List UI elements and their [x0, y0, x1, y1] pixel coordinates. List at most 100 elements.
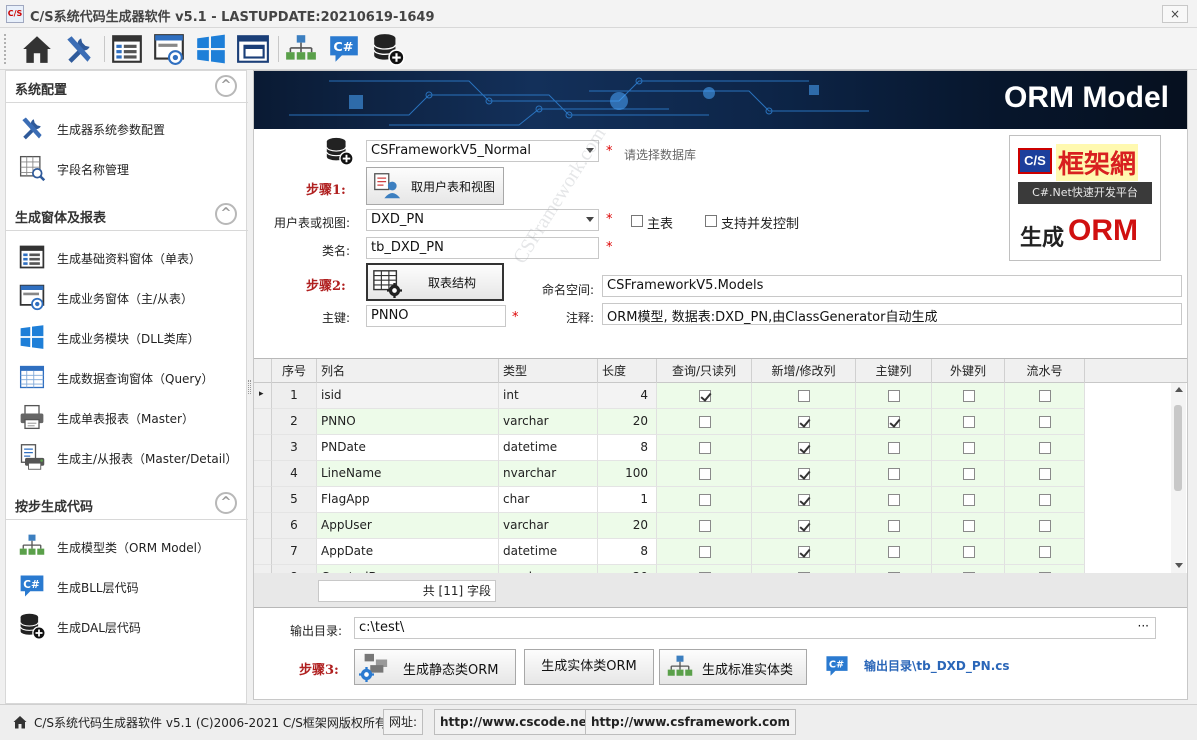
name-cell[interactable]: PNNO [317, 409, 499, 435]
fk-checkbox[interactable] [963, 494, 975, 506]
sidebar-item-system-params[interactable]: 生成器系统参数配置 [6, 108, 248, 148]
fk-cell[interactable] [932, 487, 1005, 513]
pk-cell[interactable] [856, 435, 932, 461]
generate-entity-orm-button[interactable]: 生成实体类ORM [524, 649, 654, 685]
form-list-icon[interactable] [110, 32, 144, 66]
type-cell[interactable]: datetime [499, 435, 598, 461]
column-header[interactable]: 序号 [272, 359, 317, 383]
master-table-checkbox[interactable] [631, 215, 643, 227]
readonly-cell[interactable] [657, 539, 752, 565]
collapse-icon[interactable]: ^ [215, 75, 237, 97]
url-link-csframework[interactable]: http://www.csframework.com [585, 709, 797, 735]
readonly-cell[interactable] [657, 435, 752, 461]
column-header[interactable]: 查询/只读列 [657, 359, 752, 383]
len-cell[interactable]: 20 [598, 513, 657, 539]
collapse-icon[interactable]: ^ [215, 203, 237, 225]
group-header-system-config[interactable]: 系统配置 ^ [6, 71, 248, 103]
pk-checkbox[interactable] [888, 546, 900, 558]
serial-checkbox[interactable] [1039, 442, 1051, 454]
len-cell[interactable]: 8 [598, 435, 657, 461]
row-indicator[interactable] [254, 487, 272, 513]
window-icon[interactable] [236, 32, 270, 66]
scroll-down-icon[interactable] [1175, 563, 1183, 568]
column-header[interactable]: 类型 [499, 359, 598, 383]
scrollbar-thumb[interactable] [1174, 405, 1182, 491]
no-cell[interactable]: 2 [272, 409, 317, 435]
row-indicator[interactable]: ▸ [254, 383, 272, 409]
row-indicator[interactable] [254, 435, 272, 461]
pk-cell[interactable] [856, 487, 932, 513]
concurrency-checkbox[interactable] [705, 215, 717, 227]
name-cell[interactable]: FlagApp [317, 487, 499, 513]
readonly-checkbox[interactable] [699, 416, 711, 428]
serial-checkbox[interactable] [1039, 520, 1051, 532]
namespace-input[interactable]: CSFrameworkV5.Models [602, 275, 1182, 297]
get-table-structure-button[interactable]: 取表结构 [366, 263, 504, 301]
table-row[interactable]: 5 FlagApp char 1 [254, 487, 1169, 513]
table-row[interactable]: 4 LineName nvarchar 100 [254, 461, 1169, 487]
fk-checkbox[interactable] [963, 468, 975, 480]
name-cell[interactable]: isid [317, 383, 499, 409]
sidebar-item-query-form[interactable]: 生成数据查询窗体（Query） [6, 357, 248, 397]
edit-cell[interactable] [752, 409, 856, 435]
comment-input[interactable]: ORM模型, 数据表:DXD_PN,由ClassGenerator自动生成 [602, 303, 1182, 325]
generate-standard-entity-button[interactable]: 生成标准实体类 [659, 649, 807, 685]
no-cell[interactable]: 3 [272, 435, 317, 461]
no-cell[interactable]: 5 [272, 487, 317, 513]
serial-cell[interactable] [1005, 539, 1085, 565]
sidebar-item-bll-code[interactable]: 生成BLL层代码 [6, 566, 248, 606]
database-select[interactable]: CSFrameworkV5_Normal [366, 140, 599, 162]
fk-cell[interactable] [932, 539, 1005, 565]
row-indicator[interactable] [254, 409, 272, 435]
sidebar-item-master-detail-report[interactable]: 生成主/从报表（Master/Detail） [6, 437, 248, 477]
no-cell[interactable]: 4 [272, 461, 317, 487]
pk-cell[interactable] [856, 513, 932, 539]
type-cell[interactable]: nvarchar [499, 461, 598, 487]
readonly-checkbox[interactable] [699, 468, 711, 480]
fk-cell[interactable] [932, 435, 1005, 461]
fk-checkbox[interactable] [963, 442, 975, 454]
name-cell[interactable]: AppDate [317, 539, 499, 565]
serial-checkbox[interactable] [1039, 468, 1051, 480]
pk-checkbox[interactable] [888, 442, 900, 454]
toolbar-grip[interactable] [4, 34, 8, 64]
serial-cell[interactable] [1005, 487, 1085, 513]
type-cell[interactable]: varchar [499, 409, 598, 435]
sidebar-item-field-names[interactable]: 字段名称管理 [6, 148, 248, 188]
type-cell[interactable]: datetime [499, 539, 598, 565]
pk-cell[interactable] [856, 539, 932, 565]
edit-checkbox[interactable] [798, 416, 810, 428]
edit-checkbox[interactable] [798, 520, 810, 532]
readonly-checkbox[interactable] [699, 494, 711, 506]
no-cell[interactable]: 7 [272, 539, 317, 565]
edit-cell[interactable] [752, 539, 856, 565]
serial-cell[interactable] [1005, 513, 1085, 539]
no-cell[interactable]: 1 [272, 383, 317, 409]
sidebar-item-orm-model[interactable]: 生成模型类（ORM Model） [6, 526, 248, 566]
readonly-cell[interactable] [657, 461, 752, 487]
sidebar-item-business-module[interactable]: 生成业务模块（DLL类库） [6, 317, 248, 357]
pk-cell[interactable] [856, 383, 932, 409]
home-icon[interactable] [20, 32, 54, 66]
fk-checkbox[interactable] [963, 546, 975, 558]
table-row[interactable]: 2 PNNO varchar 20 [254, 409, 1169, 435]
column-header[interactable]: 流水号 [1005, 359, 1085, 383]
sidebar-item-master-report[interactable]: 生成单表报表（Master） [6, 397, 248, 437]
len-cell[interactable]: 100 [598, 461, 657, 487]
fetch-tables-button[interactable]: 取用户表和视图 [366, 167, 504, 205]
readonly-checkbox[interactable] [699, 442, 711, 454]
close-button[interactable]: × [1162, 5, 1188, 23]
serial-cell[interactable] [1005, 435, 1085, 461]
serial-cell[interactable] [1005, 461, 1085, 487]
pk-cell[interactable] [856, 409, 932, 435]
form-view-icon[interactable] [152, 32, 186, 66]
edit-checkbox[interactable] [798, 468, 810, 480]
readonly-cell[interactable] [657, 383, 752, 409]
primary-key-input[interactable]: PNNO [366, 305, 506, 327]
len-cell[interactable]: 8 [598, 539, 657, 565]
sidebar-item-dal-code[interactable]: 生成DAL层代码 [6, 606, 248, 646]
type-cell[interactable]: char [499, 487, 598, 513]
table-row[interactable]: ▸ 1 isid int 4 [254, 383, 1169, 409]
edit-cell[interactable] [752, 487, 856, 513]
table-view-select[interactable]: DXD_PN [366, 209, 599, 231]
